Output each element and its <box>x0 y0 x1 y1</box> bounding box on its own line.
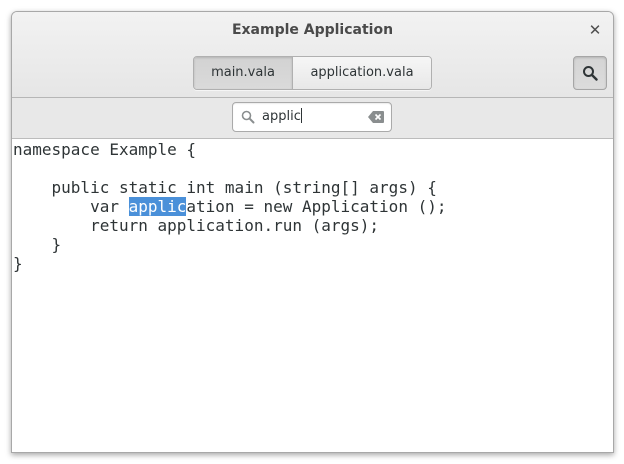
code-line-3: public static int main (string[] args) { <box>13 178 437 197</box>
search-input[interactable]: applic <box>232 102 392 132</box>
search-bar: applic <box>12 98 613 139</box>
code-editor[interactable]: namespace Example { public static int ma… <box>12 139 613 452</box>
search-input-text: applic <box>262 103 302 131</box>
code-line-4-prefix: var <box>13 197 129 216</box>
code-line-4: var application = new Application (); <box>13 197 446 216</box>
app-window: Example Application ✕ main.vala applicat… <box>11 11 614 453</box>
header-bar: Example Application ✕ main.vala applicat… <box>12 12 613 98</box>
code-line-7: } <box>13 254 23 273</box>
search-toggle-button[interactable] <box>573 56 607 90</box>
text-caret <box>300 108 302 123</box>
search-value: applic <box>262 109 301 124</box>
search-match-highlight: applic <box>128 197 187 216</box>
code-line-5: return application.run (args); <box>13 216 380 235</box>
clear-icon[interactable] <box>368 111 384 123</box>
window-title: Example Application <box>231 22 394 38</box>
code-line-1: namespace Example { <box>13 140 197 159</box>
search-icon <box>583 66 598 81</box>
close-icon: ✕ <box>588 21 602 39</box>
code-line-4-suffix: ation = new Application (); <box>186 197 447 216</box>
code-line-6: } <box>13 235 62 254</box>
tab-application-vala[interactable]: application.vala <box>293 57 431 89</box>
search-icon <box>241 110 255 124</box>
tab-main-vala[interactable]: main.vala <box>194 57 293 89</box>
stack-switcher: main.vala application.vala <box>193 56 432 90</box>
close-button[interactable]: ✕ <box>585 20 605 40</box>
